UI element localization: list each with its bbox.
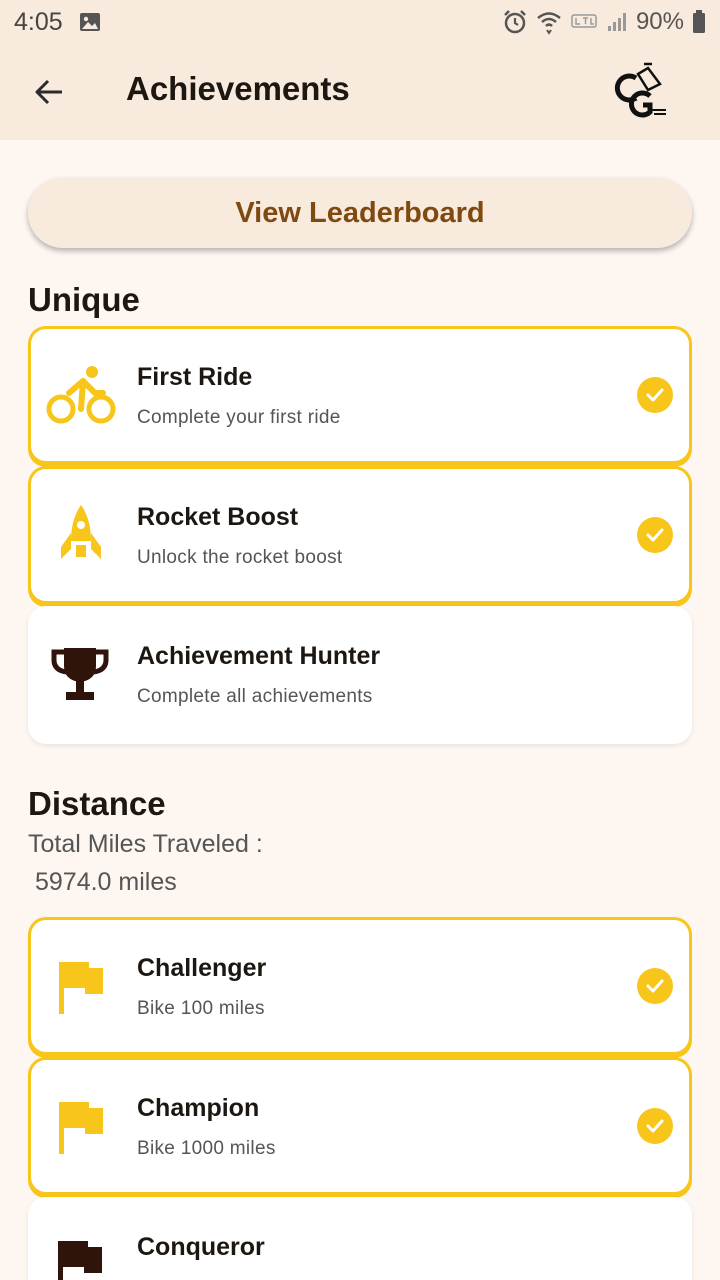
achievement-title: Conqueror <box>137 1233 265 1261</box>
achievement-description: Bike 1000 miles <box>137 1138 276 1159</box>
flag-icon <box>45 1094 117 1158</box>
app-bar: Achievements <box>0 44 720 140</box>
alarm-icon <box>504 10 526 34</box>
check-icon <box>637 968 673 1004</box>
status-right: 90% <box>502 0 706 44</box>
total-miles-label: Total Miles Traveled : <box>28 830 263 858</box>
achievement-description: Unlock the rocket boost <box>137 547 343 568</box>
achievement-title: Challenger <box>137 954 267 982</box>
achievement-card-challenger[interactable]: Challenger Bike 100 miles <box>28 917 692 1055</box>
arrow-back-icon <box>35 79 62 105</box>
achievement-title: Champion <box>137 1094 260 1122</box>
achievement-description: Complete all achievements <box>137 686 373 707</box>
achievement-card-champion[interactable]: Champion Bike 1000 miles <box>28 1057 692 1195</box>
achievement-description: Bike 100 miles <box>137 998 265 1019</box>
section-title-distance: Distance <box>28 785 166 822</box>
view-leaderboard-button[interactable]: View Leaderboard <box>28 178 692 248</box>
section-title-unique: Unique <box>28 281 140 318</box>
total-miles-value: 5974.0 miles <box>35 868 177 896</box>
check-icon <box>637 1108 673 1144</box>
status-bar: 4:05 90% <box>0 0 720 44</box>
status-time: 4:05 <box>14 7 63 36</box>
rocket-icon <box>45 503 117 567</box>
page-title: Achievements <box>126 70 350 107</box>
achievement-card-achievement-hunter[interactable]: Achievement Hunter Complete all achievem… <box>28 606 692 744</box>
achievement-title: Achievement Hunter <box>137 642 381 670</box>
battery-percent: 90% <box>635 8 684 35</box>
wifi-icon <box>537 12 561 35</box>
bike-icon <box>45 363 117 427</box>
achievement-title: Rocket Boost <box>137 503 299 531</box>
achievement-card-conqueror[interactable]: Conqueror <box>28 1197 692 1280</box>
trophy-icon <box>44 642 116 706</box>
signal-icon <box>607 13 626 31</box>
back-button[interactable] <box>28 72 70 112</box>
achievement-title: First Ride <box>137 363 253 391</box>
app-logo <box>614 62 666 118</box>
check-icon <box>637 377 673 413</box>
achievement-card-rocket-boost[interactable]: Rocket Boost Unlock the rocket boost <box>28 466 692 604</box>
lte-icon <box>571 14 597 28</box>
achievement-description: Complete your first ride <box>137 407 341 428</box>
flag-icon <box>44 1233 116 1280</box>
check-icon <box>637 517 673 553</box>
flag-icon <box>45 954 117 1018</box>
image-notification-icon <box>79 13 100 31</box>
battery-icon <box>693 10 705 33</box>
achievement-card-first-ride[interactable]: First Ride Complete your first ride <box>28 326 692 464</box>
